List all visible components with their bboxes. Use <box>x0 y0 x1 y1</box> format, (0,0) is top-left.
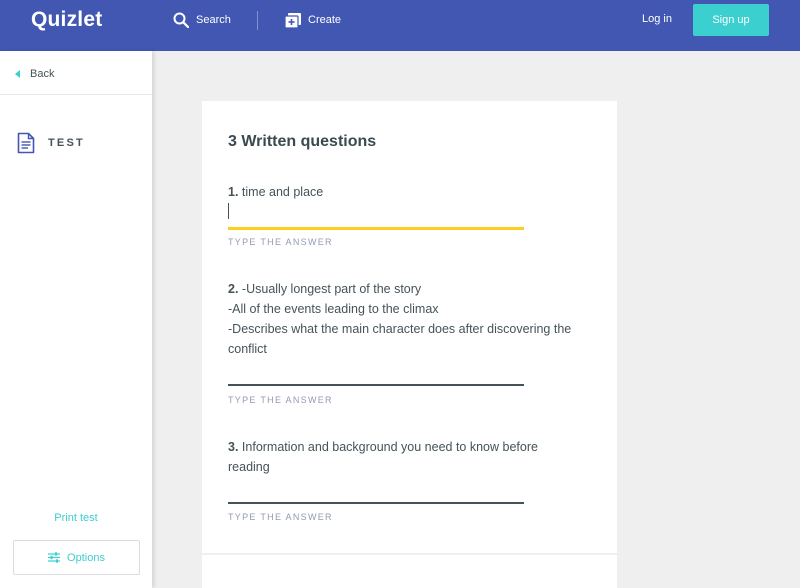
options-label: Options <box>67 551 105 564</box>
question-text: time and place <box>241 185 324 199</box>
question-prompt: 3. Information and background you need t… <box>228 437 598 477</box>
back-caret-icon <box>15 70 20 78</box>
study-mode-test: TEST <box>17 132 85 154</box>
login-link[interactable]: Log in <box>642 13 672 25</box>
text-cursor <box>228 203 229 219</box>
top-nav-bar: Quizlet Search Create Log in Sign up <box>0 0 800 51</box>
back-label: Back <box>30 68 55 80</box>
create-plus-icon <box>285 12 301 28</box>
question-prompt: 2. -Usually longest part of the story -A… <box>228 279 598 359</box>
answer-input[interactable] <box>228 384 524 386</box>
print-test-link[interactable]: Print test <box>0 512 152 524</box>
quizlet-logo[interactable]: Quizlet <box>31 8 102 32</box>
sliders-icon <box>48 552 61 563</box>
sidebar-divider <box>0 94 152 95</box>
search-icon <box>173 12 189 28</box>
options-button[interactable]: Options <box>13 540 140 575</box>
sidebar: Back TEST Print test Options <box>0 51 152 588</box>
question-text: -All of the events leading to the climax <box>228 302 439 316</box>
create-button[interactable]: Create <box>285 10 341 30</box>
question-prompt: 1. time and place <box>228 182 598 202</box>
answer-input[interactable] <box>228 502 524 504</box>
answer-hint: TYPE THE ANSWER <box>228 512 333 522</box>
question-text: -Describes what the main character does … <box>228 322 572 336</box>
question-text: Information and background you need to k… <box>241 440 538 454</box>
next-section-card <box>202 555 617 588</box>
question-text: conflict <box>228 342 267 356</box>
question-number: 3. <box>228 440 239 454</box>
question-number: 2. <box>228 282 239 296</box>
back-button[interactable]: Back <box>15 68 54 80</box>
study-mode-label: TEST <box>48 137 85 149</box>
answer-input[interactable] <box>228 227 524 230</box>
answer-hint: TYPE THE ANSWER <box>228 395 333 405</box>
answer-hint: TYPE THE ANSWER <box>228 237 333 247</box>
search-button[interactable]: Search <box>173 10 231 30</box>
signup-button[interactable]: Sign up <box>693 4 769 36</box>
question-text: reading <box>228 460 270 474</box>
section-title: 3 Written questions <box>228 133 377 150</box>
test-card: 3 Written questions 1. time and place TY… <box>202 101 617 553</box>
document-icon <box>17 132 35 154</box>
question-text: -Usually longest part of the story <box>241 282 422 296</box>
search-label: Search <box>196 14 231 26</box>
nav-divider <box>257 11 258 30</box>
question-number: 1. <box>228 185 239 199</box>
create-label: Create <box>308 14 342 26</box>
